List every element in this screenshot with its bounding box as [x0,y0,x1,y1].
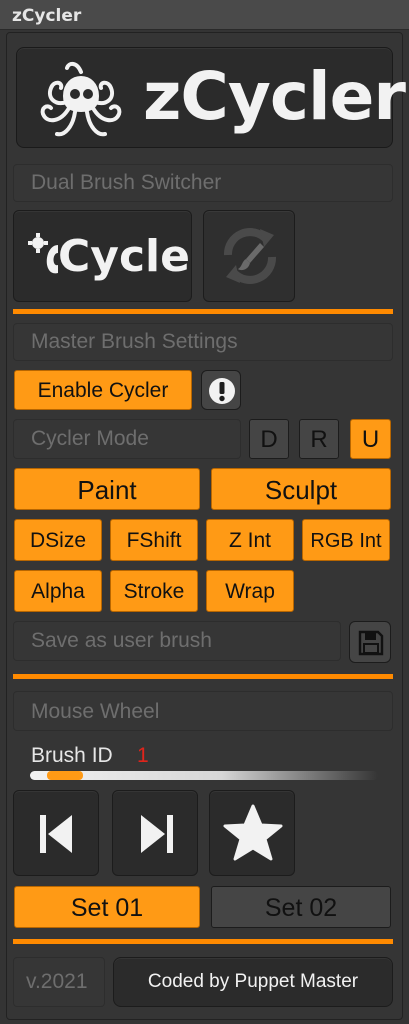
set-02-button[interactable]: Set 02 [211,886,391,928]
set-01-button[interactable]: Set 01 [14,886,200,928]
section-mouse-wheel: Mouse Wheel [13,691,393,731]
paint-button[interactable]: Paint [14,468,200,510]
next-brush-button[interactable] [112,790,198,876]
wrap-button[interactable]: Wrap [206,570,294,612]
brush-switch-button[interactable] [203,210,295,302]
cycle-button[interactable]: Cycle [13,210,192,302]
warning-button[interactable] [201,370,241,410]
mode-u-button[interactable]: U [350,419,391,459]
star-icon [223,804,283,861]
slider-knob[interactable] [47,771,84,780]
skip-back-icon [40,815,72,853]
fshift-button[interactable]: FShift [110,519,198,561]
rgb-int-button[interactable]: RGB Int [302,519,390,561]
floppy-disk-icon [358,630,384,656]
cycle-label: Cycle [58,231,190,282]
sculpt-button[interactable]: Sculpt [211,468,391,510]
credit-label: Coded by Puppet Master [113,957,393,1007]
window-title: zCycler [12,6,82,26]
logo-banner: zCycler [16,47,406,148]
divider-1 [13,309,393,314]
section-master-brush-settings: Master Brush Settings [13,323,393,361]
save-button[interactable] [349,621,391,663]
mode-d-button[interactable]: D [249,419,289,459]
save-user-brush-field[interactable]: Save as user brush [13,621,341,661]
enable-cycler-button[interactable]: Enable Cycler [14,370,192,410]
brush-id-slider[interactable] [30,771,378,780]
alpha-button[interactable]: Alpha [14,570,102,612]
divider-3 [13,939,393,944]
section-dual-brush-switcher: Dual Brush Switcher [13,164,393,202]
version-label: v.2021 [13,957,105,1007]
skip-forward-icon [141,815,173,853]
exclamation-icon [209,378,235,404]
octopus-icon [40,61,122,137]
z-int-button[interactable]: Z Int [206,519,294,561]
logo-text: zCycler [143,58,406,135]
favorite-button[interactable] [209,790,295,876]
cycler-mode-label: Cycler Mode [13,419,241,459]
cycle-gear-icon [28,233,58,274]
title-bar: zCycler [0,0,409,30]
brush-id-value: 1 [137,744,149,767]
divider-2 [13,674,393,679]
previous-brush-button[interactable] [13,790,99,876]
stroke-button[interactable]: Stroke [110,570,198,612]
dsize-button[interactable]: DSize [14,519,102,561]
mode-r-button[interactable]: R [299,419,339,459]
brush-id-label: Brush ID [31,744,113,767]
brush-refresh-icon [224,228,276,284]
